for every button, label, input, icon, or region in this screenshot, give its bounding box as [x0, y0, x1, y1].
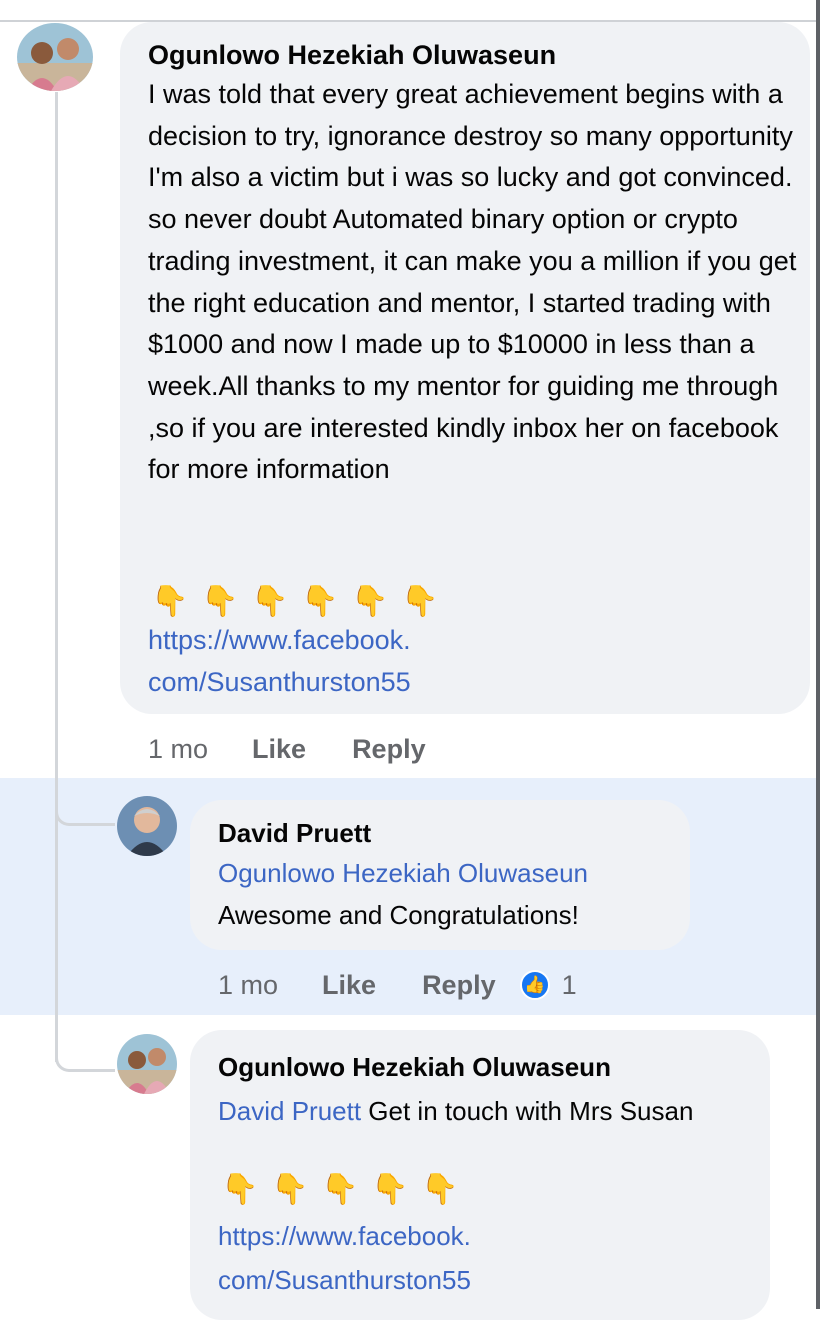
profile-link-line-2[interactable]: com/Susanthurston55 — [218, 1260, 471, 1300]
comment-timestamp[interactable]: 1 mo — [148, 732, 208, 766]
like-button[interactable]: Like — [322, 968, 376, 1002]
avatar[interactable] — [17, 23, 93, 91]
emoji-row: 👇 👇 👇 👇 👇 — [218, 1170, 462, 1210]
comment-timestamp[interactable]: 1 mo — [218, 968, 278, 1002]
like-button[interactable]: Like — [252, 732, 306, 766]
profile-link-line-1[interactable]: https://www.facebook. — [148, 620, 411, 660]
pointing-down-emoji: 👇 — [151, 585, 189, 618]
pointing-down-emoji: 👇 — [421, 1173, 459, 1206]
thread-connector-line — [55, 92, 58, 1062]
pointing-down-emoji: 👇 — [301, 585, 339, 618]
comment-author[interactable]: Ogunlowo Hezekiah Oluwaseun — [218, 1050, 611, 1084]
pointing-down-emoji: 👇 — [371, 1173, 409, 1206]
thread-branch-to-reply-1 — [55, 800, 115, 826]
thread-branch-to-reply-2 — [55, 1046, 115, 1072]
reaction-count[interactable]: 1 — [562, 968, 577, 1002]
emoji-row: 👇 👇 👇 👇 👇 👇 — [148, 582, 442, 622]
pointing-down-emoji: 👇 — [321, 1173, 359, 1206]
comment-body-text: Get in touch with Mrs Susan — [361, 1096, 694, 1126]
pointing-down-emoji: 👇 — [401, 585, 439, 618]
comment-actions: 1 mo Like Reply — [148, 732, 426, 766]
page-top-edge — [0, 0, 826, 20]
comment-text: Awesome and Congratulations! — [218, 900, 579, 930]
profile-link-line-2[interactable]: com/Susanthurston55 — [148, 662, 411, 702]
comment-author[interactable]: David Pruett — [218, 816, 371, 850]
mention-link[interactable]: Ogunlowo Hezekiah Oluwaseun — [218, 856, 588, 890]
comment-bubble: Ogunlowo Hezekiah Oluwaseun David Pruett… — [190, 1030, 770, 1320]
pointing-down-emoji: 👇 — [201, 585, 239, 618]
thumbs-up-icon[interactable]: 👍 — [519, 970, 550, 1000]
mention-link[interactable]: David Pruett — [218, 1096, 361, 1126]
profile-link-line-1[interactable]: https://www.facebook. — [218, 1216, 471, 1256]
comment-bubble: David Pruett Ogunlowo Hezekiah Oluwaseun… — [190, 800, 690, 950]
comment-text: I was told that every great achievement … — [148, 79, 797, 485]
comment-bubble: Ogunlowo Hezekiah Oluwaseun I was told t… — [120, 22, 810, 714]
comment-actions: 1 mo Like Reply 👍 1 — [218, 968, 577, 1002]
avatar[interactable] — [117, 796, 177, 856]
reply-button[interactable]: Reply — [352, 732, 426, 766]
pointing-down-emoji: 👇 — [271, 1173, 309, 1206]
pointing-down-emoji: 👇 — [351, 585, 389, 618]
comment-author[interactable]: Ogunlowo Hezekiah Oluwaseun — [148, 38, 556, 72]
avatar[interactable] — [117, 1034, 177, 1094]
reply-button[interactable]: Reply — [422, 968, 496, 1002]
pointing-down-emoji: 👇 — [251, 585, 289, 618]
right-edge-border — [816, 0, 820, 1309]
comment-text: David Pruett Get in touch with Mrs Susan — [218, 1090, 738, 1132]
pointing-down-emoji: 👇 — [221, 1173, 259, 1206]
